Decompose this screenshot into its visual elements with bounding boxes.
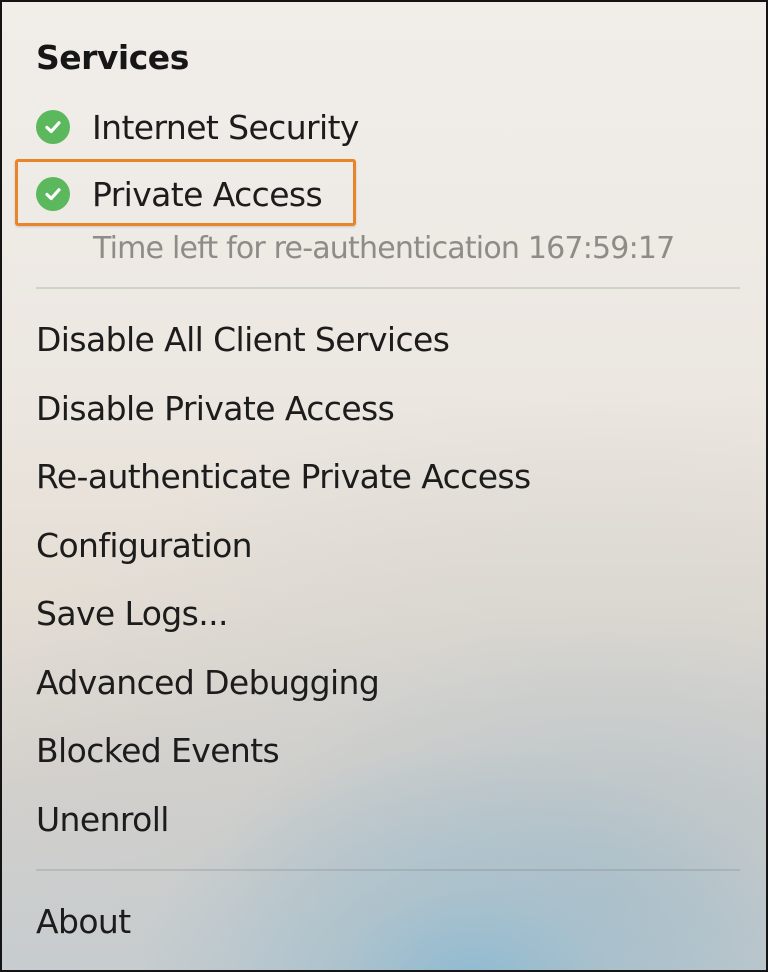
menu-separator	[36, 869, 740, 871]
reauth-timer-text: Time left for re-authentication 167:59:1…	[93, 231, 675, 266]
menu-item-unenroll[interactable]: Unenroll	[36, 800, 169, 839]
menu-item-blocked-events[interactable]: Blocked Events	[36, 731, 280, 770]
service-label: Internet Security	[92, 107, 359, 147]
menu-item-advanced-debugging[interactable]: Advanced Debugging	[36, 663, 380, 702]
menu-item-disable-all-client-services[interactable]: Disable All Client Services	[36, 320, 450, 359]
menu-item-save-logs[interactable]: Save Logs...	[36, 594, 229, 633]
check-circle-icon	[36, 110, 70, 144]
menu-item-disable-private-access[interactable]: Disable Private Access	[36, 389, 395, 428]
tray-menu: Services Internet Security Private Acces…	[0, 0, 768, 972]
services-section-title: Services	[36, 38, 189, 77]
menu-item-configuration[interactable]: Configuration	[36, 526, 253, 565]
service-private-access[interactable]: Private Access	[36, 172, 323, 216]
service-label: Private Access	[92, 174, 323, 214]
menu-item-about[interactable]: About	[36, 902, 131, 941]
menu-separator	[36, 287, 740, 289]
service-internet-security[interactable]: Internet Security	[36, 105, 359, 149]
check-circle-icon	[36, 177, 70, 211]
menu-item-reauthenticate-private-access[interactable]: Re-authenticate Private Access	[36, 457, 531, 496]
